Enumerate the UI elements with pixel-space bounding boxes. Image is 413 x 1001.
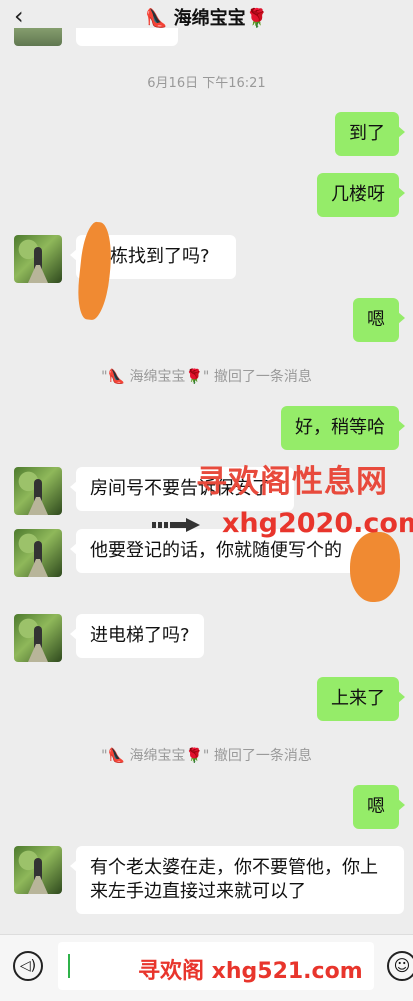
contact-avatar[interactable] — [14, 846, 62, 894]
text-cursor — [68, 954, 70, 978]
voice-icon[interactable]: ◁) — [13, 951, 43, 981]
watermark-url: xhg2020.com — [222, 508, 413, 539]
avatar-partial[interactable] — [14, 28, 62, 46]
redaction-mark — [350, 532, 400, 602]
my-message[interactable]: 到了 — [335, 112, 405, 156]
message-bubble-partial[interactable] — [76, 28, 178, 46]
contact-avatar[interactable] — [14, 467, 62, 515]
watermark-arrow-icon — [152, 518, 200, 532]
contact-message[interactable]: 有个老太婆在走，你不要管他，你上来左手边直接过来就可以了 — [70, 846, 404, 914]
emoji-icon[interactable]: ☺ — [387, 951, 413, 981]
my-message[interactable]: 上来了 — [317, 677, 405, 721]
contact-avatar[interactable] — [14, 614, 62, 662]
recall-notice: "👠 海绵宝宝🌹" 撤回了一条消息 — [101, 748, 312, 764]
my-message[interactable]: 嗯 — [353, 785, 405, 829]
chat-title: 👠 海绵宝宝🌹 — [144, 8, 269, 29]
contact-avatar[interactable] — [14, 235, 62, 283]
watermark-text: 寻欢阁性息网 — [196, 464, 388, 500]
input-bar: ◁) 寻欢阁 xhg521.com ☺ — [0, 934, 413, 1001]
message-input[interactable]: 寻欢阁 xhg521.com — [58, 942, 374, 990]
contact-message[interactable]: 进电梯了吗? — [70, 614, 204, 658]
recall-notice: "👠 海绵宝宝🌹" 撤回了一条消息 — [101, 369, 312, 385]
my-message[interactable]: 几楼呀 — [317, 173, 405, 217]
watermark-bottom: 寻欢阁 xhg521.com — [138, 959, 363, 984]
timestamp: 6月16日 下午16:21 — [147, 76, 266, 91]
contact-avatar[interactable] — [14, 529, 62, 577]
my-message[interactable]: 嗯 — [353, 298, 405, 342]
my-message[interactable]: 好，稍等哈 — [281, 406, 405, 450]
